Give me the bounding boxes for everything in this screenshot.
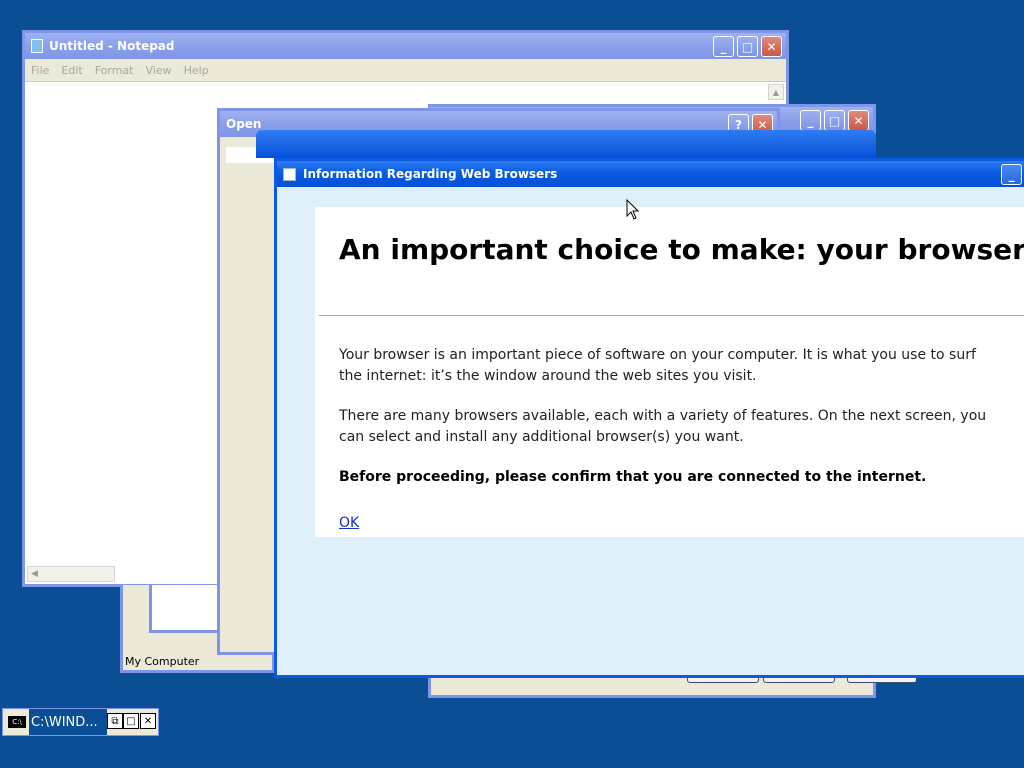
- notepad-icon: [31, 39, 43, 53]
- maximize-button[interactable]: □: [824, 110, 845, 131]
- notepad-title: Untitled - Notepad: [49, 39, 175, 53]
- minimize-button[interactable]: _: [713, 36, 734, 57]
- info-titlebar[interactable]: Information Regarding Web Browsers _: [277, 161, 1024, 187]
- notepad-menubar: File Edit Format View Help: [25, 59, 786, 81]
- info-title: Information Regarding Web Browsers: [303, 167, 558, 181]
- menu-help[interactable]: Help: [184, 64, 209, 77]
- mouse-cursor-icon: [626, 199, 640, 220]
- minimize-button[interactable]: _: [800, 110, 821, 131]
- close-button[interactable]: ✕: [140, 713, 156, 729]
- info-heading: An important choice to make: your browse…: [339, 233, 1024, 266]
- open-title: Open: [226, 117, 262, 131]
- info-content-panel: An important choice to make: your browse…: [315, 207, 1024, 537]
- ok-link[interactable]: OK: [339, 515, 359, 531]
- maximize-button[interactable]: □: [123, 713, 139, 729]
- scroll-up-arrow-icon[interactable]: ▲: [768, 84, 784, 100]
- my-computer-status: My Computer: [125, 655, 200, 668]
- close-button[interactable]: ✕: [761, 36, 782, 57]
- browser-info-dialog[interactable]: Information Regarding Web Browsers _ An …: [274, 158, 1024, 678]
- minimize-button[interactable]: _: [1001, 164, 1022, 185]
- info-window-icon: [283, 167, 296, 181]
- menu-file[interactable]: File: [31, 64, 49, 77]
- info-paragraph-1: Your browser is an important piece of so…: [339, 347, 976, 384]
- scroll-left-arrow-icon[interactable]: ◀: [27, 566, 115, 582]
- restore-button[interactable]: ⧉: [107, 713, 123, 729]
- menu-edit[interactable]: Edit: [61, 64, 82, 77]
- info-paragraph-2: There are many browsers available, each …: [339, 408, 987, 445]
- menu-format[interactable]: Format: [95, 64, 134, 77]
- menu-view[interactable]: View: [146, 64, 172, 77]
- info-paragraph-3: Before proceeding, please confirm that y…: [339, 469, 927, 485]
- cmd-title: C:\WIND...: [29, 709, 107, 735]
- divider: [319, 315, 1024, 316]
- close-button[interactable]: ✕: [848, 110, 869, 131]
- cmd-icon: C:\: [8, 716, 26, 728]
- cmd-minimized-window[interactable]: C:\ C:\WIND... ⧉ □ ✕: [2, 708, 159, 736]
- maximize-button[interactable]: □: [737, 36, 758, 57]
- notepad-titlebar[interactable]: Untitled - Notepad _ □ ✕: [25, 33, 786, 59]
- hidden-window-titlebar: [256, 130, 876, 158]
